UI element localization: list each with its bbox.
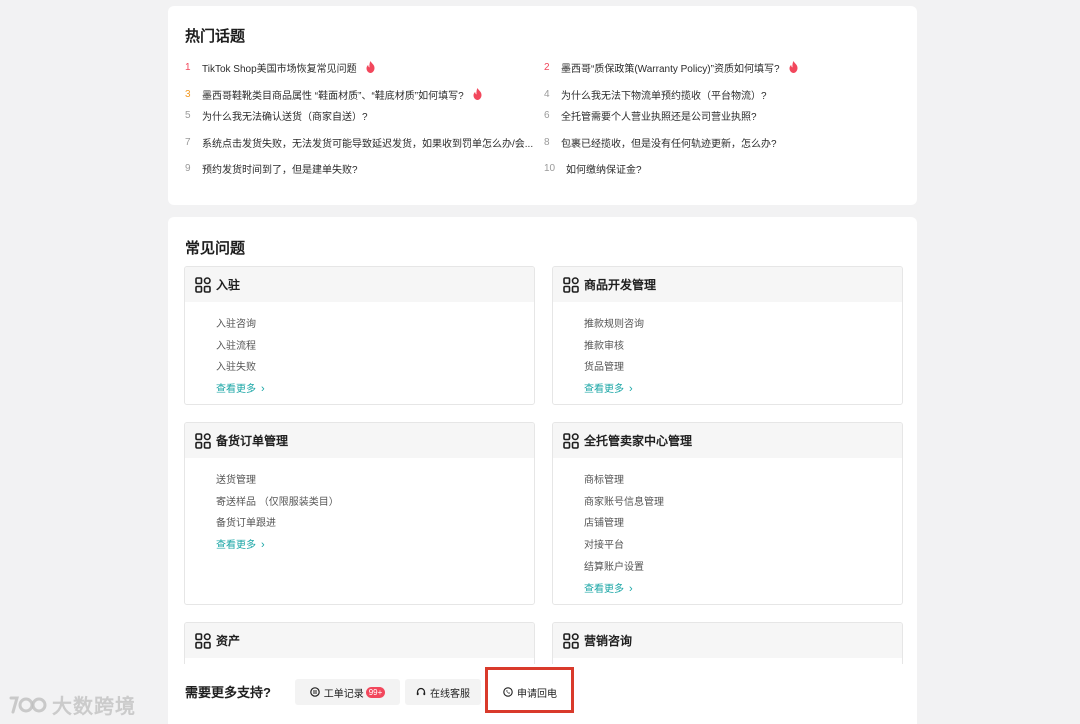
faq-link[interactable]: 入驻流程 [216, 336, 534, 358]
faq-category-stock-orders: 备货订单管理 送货管理 寄送样品 （仅限服装类目） 备货订单跟进 查看更多 › [184, 422, 535, 605]
hot-topic-number: 7 [185, 136, 191, 148]
hot-topic-link[interactable]: 为什么我无法下物流单预约揽收（平台物流）? [561, 87, 767, 102]
ticket-records-label: 工单记录 [323, 688, 364, 700]
faq-title: 常见问题 [185, 240, 246, 257]
hot-topic-number: 2 [544, 61, 550, 73]
faq-category-title: 入驻 [216, 278, 241, 292]
faq-category-title: 商品开发管理 [584, 278, 657, 292]
hot-topic-link[interactable]: 系统点击发货失败，无法发货可能导致延迟发货，如果收到罚单怎么办/会... [202, 135, 533, 150]
view-more-link[interactable]: 查看更多 › [216, 535, 534, 557]
hot-topic-item-1[interactable]: 1 TikTok Shop美国市场恢复常见问题 [185, 59, 376, 75]
faq-category-header[interactable]: 全托管卖家中心管理 [553, 423, 902, 458]
hot-topic-number: 8 [544, 136, 550, 148]
hot-topic-item-10[interactable]: 10 如何缴纳保证金? [544, 160, 642, 176]
watermark: 大数跨境 [8, 690, 136, 719]
faq-category-title: 营销咨询 [584, 634, 633, 648]
faq-card: 常见问题 入驻 入驻咨询 入驻流程 入驻失败 查看更多 › 商品开发管理 推款规则… [168, 217, 917, 724]
grid-icon [563, 276, 579, 293]
grid-icon [195, 632, 211, 649]
hot-topic-item-3[interactable]: 3 墨西哥鞋靴类目商品属性 “鞋面材质”、“鞋底材质”如何填写? [185, 86, 483, 102]
hot-topic-number: 6 [544, 109, 550, 121]
ticket-count-badge: 99+ [365, 686, 386, 698]
faq-category-product-dev: 商品开发管理 推款规则咨询 推款审核 货品管理 查看更多 › [552, 266, 903, 405]
hot-topic-link[interactable]: 全托管需要个人营业执照还是公司营业执照? [561, 108, 757, 123]
fire-icon [789, 61, 798, 73]
faq-link[interactable]: 入驻咨询 [216, 314, 534, 336]
hot-topic-link[interactable]: 包裹已经揽收，但是没有任何轨迹更新，怎么办? [561, 135, 777, 150]
fire-icon [473, 88, 482, 100]
hot-topic-number: 1 [185, 61, 191, 73]
view-more-link[interactable]: 查看更多 › [216, 379, 534, 401]
hot-topic-number: 9 [185, 162, 191, 174]
hot-topic-item-5[interactable]: 5 为什么我无法确认送货（商家自送）? [185, 107, 368, 123]
faq-category-onboarding: 入驻 入驻咨询 入驻流程 入驻失败 查看更多 › [184, 266, 535, 405]
chevron-right-icon: › [629, 582, 633, 595]
ticket-records-button[interactable]: 工单记录 99+ [295, 679, 400, 705]
hot-topic-link[interactable]: 如何缴纳保证金? [566, 161, 642, 176]
hot-topic-number: 4 [544, 88, 550, 100]
online-service-button[interactable]: 在线客服 [405, 679, 481, 705]
faq-category-title: 全托管卖家中心管理 [584, 434, 693, 448]
faq-category-header[interactable]: 商品开发管理 [553, 267, 902, 302]
faq-category-header[interactable]: 资产 [185, 623, 534, 658]
watermark-logo-icon [9, 696, 47, 713]
hot-topic-number: 5 [185, 109, 191, 121]
faq-category-header[interactable]: 入驻 [185, 267, 534, 302]
hot-topic-item-8[interactable]: 8 包裹已经揽收，但是没有任何轨迹更新，怎么办? [544, 134, 777, 150]
hot-topic-link[interactable]: 为什么我无法确认送货（商家自送）? [202, 108, 368, 123]
watermark-text: 大数跨境 [52, 696, 136, 718]
hot-topic-item-4[interactable]: 4 为什么我无法下物流单预约揽收（平台物流）? [544, 86, 767, 102]
hot-topic-link[interactable]: 墨西哥“质保政策(Warranty Policy)”资质如何填写? [561, 60, 780, 75]
hot-topics-title: 热门话题 [185, 28, 246, 45]
hot-topic-link[interactable]: 预约发货时间到了，但是建单失败? [202, 161, 358, 176]
hot-topic-link[interactable]: 墨西哥鞋靴类目商品属性 “鞋面材质”、“鞋底材质”如何填写? [202, 87, 464, 102]
faq-category-seller-center: 全托管卖家中心管理 商标管理 商家账号信息管理 店铺管理 对接平台 结算账户设置… [552, 422, 903, 605]
view-more-link[interactable]: 查看更多 › [584, 379, 902, 401]
faq-link[interactable]: 货品管理 [584, 357, 902, 379]
online-service-label: 在线客服 [430, 688, 470, 700]
chevron-right-icon: › [629, 383, 633, 396]
grid-icon [195, 432, 211, 449]
hot-topics-card: 热门话题 1 TikTok Shop美国市场恢复常见问题 2 墨西哥“质保政策(… [168, 6, 917, 205]
ticket-icon [309, 687, 320, 697]
hot-topic-number: 10 [544, 162, 556, 174]
headset-icon [416, 687, 426, 696]
chevron-right-icon: › [261, 539, 265, 552]
faq-link[interactable]: 对接平台 [584, 535, 902, 557]
hot-topic-item-9[interactable]: 9 预约发货时间到了，但是建单失败? [185, 160, 358, 176]
grid-icon [195, 276, 211, 293]
support-label: 需要更多支持? [185, 685, 271, 700]
faq-category-title: 备货订单管理 [216, 434, 289, 448]
faq-link[interactable]: 入驻失败 [216, 357, 534, 379]
hot-topic-item-2[interactable]: 2 墨西哥“质保政策(Warranty Policy)”资质如何填写? [544, 59, 799, 75]
faq-link[interactable]: 寄送样品 （仅限服装类目） [216, 492, 534, 514]
faq-link[interactable]: 结算账户设置 [584, 557, 902, 579]
faq-category-title: 资产 [216, 634, 241, 648]
faq-link[interactable]: 备货订单跟进 [216, 513, 534, 535]
faq-link[interactable]: 推款规则咨询 [584, 314, 902, 336]
view-more-link[interactable]: 查看更多 › [584, 579, 902, 601]
faq-link[interactable]: 送货管理 [216, 470, 534, 492]
hot-topic-link[interactable]: TikTok Shop美国市场恢复常见问题 [202, 60, 357, 75]
callback-highlight-annotation [485, 667, 574, 713]
faq-category-header[interactable]: 营销咨询 [553, 623, 902, 658]
faq-link[interactable]: 商标管理 [584, 470, 902, 492]
hot-topic-item-6[interactable]: 6 全托管需要个人营业执照还是公司营业执照? [544, 107, 757, 123]
faq-link[interactable]: 商家账号信息管理 [584, 492, 902, 514]
faq-link[interactable]: 店铺管理 [584, 513, 902, 535]
hot-topic-item-7[interactable]: 7 系统点击发货失败，无法发货可能导致延迟发货，如果收到罚单怎么办/会... [185, 134, 533, 150]
hot-topic-number: 3 [185, 88, 191, 100]
fire-icon [366, 61, 375, 73]
grid-icon [563, 632, 579, 649]
grid-icon [563, 432, 579, 449]
faq-category-header[interactable]: 备货订单管理 [185, 423, 534, 458]
faq-link[interactable]: 推款审核 [584, 336, 902, 358]
chevron-right-icon: › [261, 383, 265, 396]
